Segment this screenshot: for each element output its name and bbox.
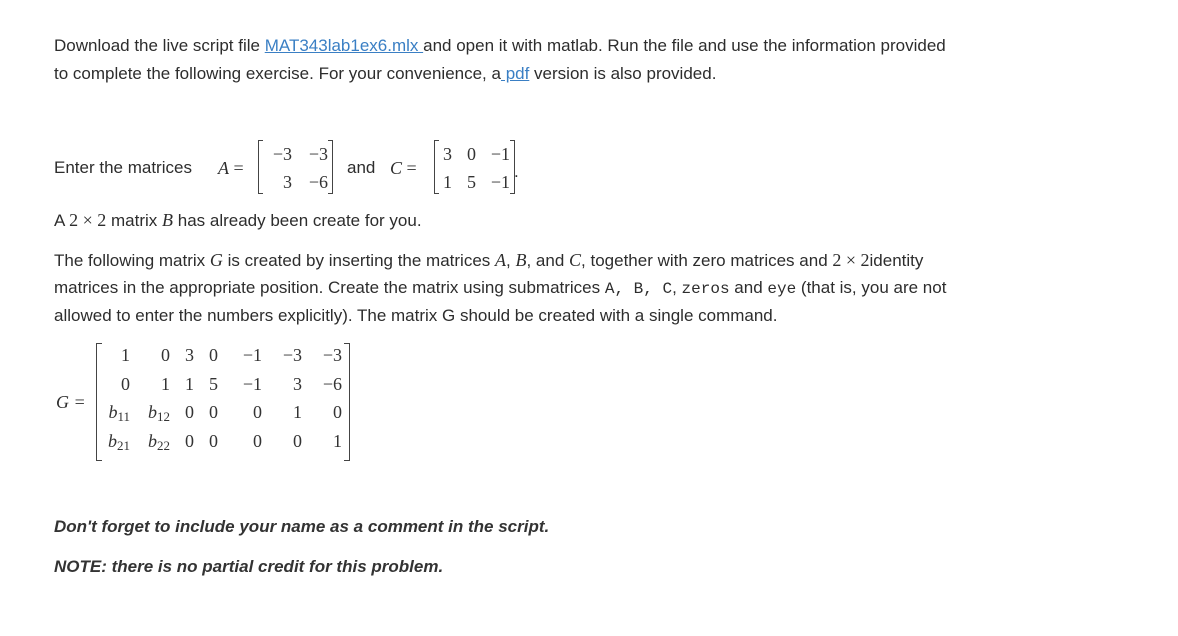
matrix-g-cell: 1	[185, 374, 194, 394]
text: identity	[869, 251, 924, 270]
matrix-g-cell: −3	[322, 345, 342, 365]
code-zeros: zeros	[681, 280, 730, 298]
text: is created by inserting the matrices	[222, 251, 496, 270]
matrix-c-cell: 5	[467, 172, 476, 192]
matrix-g-cell: 0	[293, 431, 302, 451]
matrix-g-cell: −6	[322, 374, 342, 394]
matrix-a-cell: 3	[283, 172, 292, 192]
matrix-a: −3 −3 3 −6	[258, 140, 338, 196]
text: (that is, you are not	[796, 278, 947, 297]
bracket-right	[328, 140, 333, 194]
var-g: G	[209, 250, 223, 270]
matrix-g-cell: −3	[282, 345, 302, 365]
var-c: C	[569, 250, 582, 270]
matrix-c-cell: 0	[467, 144, 476, 164]
matrix-a-cell: −3	[272, 144, 292, 164]
description-line-2: matrices in the appropriate position. Cr…	[54, 274, 946, 303]
text: and	[729, 278, 768, 297]
intro-line-2: to complete the following exercise. For …	[54, 60, 716, 88]
var-a: A	[495, 250, 507, 270]
intro-text: Download the live script file	[54, 36, 265, 55]
pdf-link[interactable]: pdf	[501, 64, 530, 83]
matrix-g-cell: 0	[161, 345, 170, 365]
matrix-g-cell: 0	[209, 345, 218, 365]
matrix-g-cell: b21	[108, 431, 130, 453]
text: ,	[672, 278, 682, 297]
matrix-g-cell: 1	[333, 431, 342, 451]
matrix-c-cell: −1	[490, 144, 510, 164]
code-eye: eye	[767, 280, 797, 298]
matrix-g-cell: 0	[121, 374, 130, 394]
matrix-c-cell: 1	[443, 172, 452, 192]
dims: 2 × 2	[69, 210, 107, 230]
matrix-g-cell: −1	[242, 345, 262, 365]
intro-text: to complete the following exercise. For …	[54, 64, 501, 83]
matrix-g-cell: 3	[185, 345, 194, 365]
intro-text: and open it with matlab. Run the file an…	[423, 36, 946, 55]
matrix-g-cell: −1	[242, 374, 262, 394]
text: The following matrix	[54, 251, 210, 270]
var-c: C	[390, 158, 403, 178]
matrix-c-label: C =	[390, 154, 417, 182]
b-statement: A 2 × 2 matrix B has already been create…	[54, 206, 422, 235]
enter-text: Enter the matrices	[54, 158, 192, 177]
matrix-g-cell: 5	[209, 374, 218, 394]
equals-sign: =	[406, 158, 417, 178]
var-a: A	[218, 158, 229, 178]
matrix-g-cell: 3	[293, 374, 302, 394]
text: , and	[526, 251, 570, 270]
equals-sign: =	[233, 158, 244, 178]
matrix-g: 1 0 3 0 −1 −3 −3 0 1 1 5 −1 3 −6 b11 b12 0 0 0 1 0 b21 b22 0 0 0 0…	[96, 343, 350, 461]
matrix-g-cell: 0	[333, 402, 342, 422]
matrix-g-cell: b22	[148, 431, 170, 453]
bracket-right	[344, 343, 350, 461]
description-line-3: allowed to enter the numbers explicitly)…	[54, 306, 778, 325]
matrix-g-cell: 1	[293, 402, 302, 422]
matrix-a-cell: −3	[308, 144, 328, 164]
text: has already been create for you.	[173, 211, 422, 230]
var-b: B	[162, 210, 174, 230]
matrix-g-cell: 0	[253, 402, 262, 422]
matrix-g-cell: 0	[209, 431, 218, 451]
matrix-c-cell: −1	[490, 172, 510, 192]
text: A	[54, 211, 70, 230]
description-line-1: The following matrix G is created by ins…	[54, 246, 923, 275]
live-script-file-link[interactable]: MAT343lab1ex6.mlx	[265, 36, 423, 55]
text: matrices in the appropriate position. Cr…	[54, 278, 605, 297]
code-abc: A, B, C	[604, 280, 673, 298]
matrix-g-label: G =	[56, 388, 86, 416]
period: .	[514, 162, 519, 181]
matrix-g-cell: 0	[185, 402, 194, 422]
matrix-g-cell: 1	[161, 374, 170, 394]
reminder-note: Don't forget to include your name as a c…	[54, 517, 550, 536]
matrix-g-cell: b11	[108, 402, 130, 424]
matrix-g-cell: 0	[185, 431, 194, 451]
matrix-g-cell: b12	[148, 402, 170, 424]
text: , together with zero matrices and	[581, 251, 833, 270]
matrix-g-cell: 0	[253, 431, 262, 451]
enter-matrices-prefix: Enter the matrices	[54, 154, 192, 182]
matrix-c-cell: 3	[443, 144, 452, 164]
matrix-g-cell: 0	[209, 402, 218, 422]
and-text: and	[347, 158, 376, 177]
intro-text: version is also provided.	[529, 64, 717, 83]
g-equals: G =	[56, 392, 86, 412]
matrix-a-label: A =	[218, 154, 244, 182]
matrix-a-cell: −6	[308, 172, 328, 192]
text: matrix	[106, 211, 163, 230]
intro-line-1: Download the live script file MAT343lab1…	[54, 32, 946, 60]
var-b: B	[515, 250, 527, 270]
matrix-g-cell: 1	[121, 345, 130, 365]
no-partial-credit-note: NOTE: there is no partial credit for thi…	[54, 557, 444, 576]
bracket-left	[258, 140, 263, 194]
dims: 2 × 2	[832, 250, 870, 270]
matrix-c: 3 0 −1 1 5 −1	[434, 140, 534, 196]
